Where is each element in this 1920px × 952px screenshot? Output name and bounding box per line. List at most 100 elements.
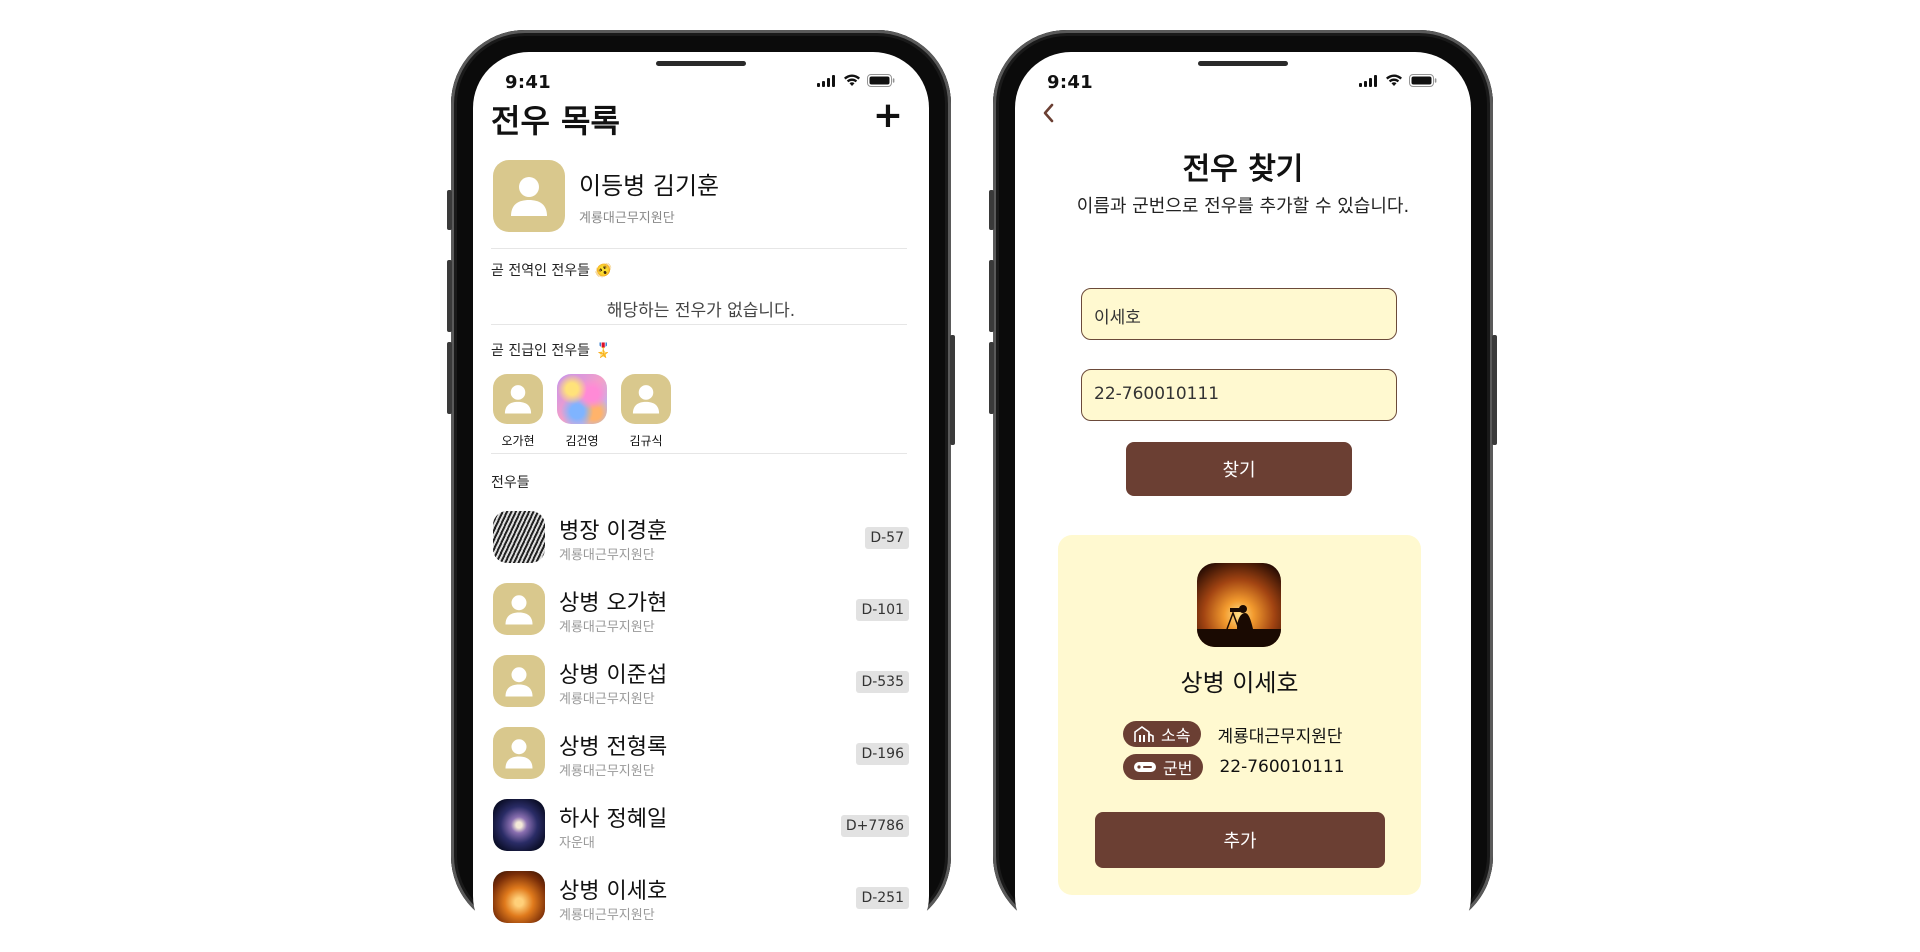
person-icon bbox=[511, 177, 547, 216]
discharge-empty-text: 해당하는 전우가 없습니다. bbox=[606, 301, 796, 321]
promotion-list: 오가현 김건영 김규식 bbox=[493, 374, 671, 449]
number-row: 군번 22-760010111 bbox=[1123, 754, 1345, 780]
avatar bbox=[493, 727, 545, 779]
avatar-photo bbox=[493, 871, 545, 923]
friend-unit: 계룡대근무지원단 bbox=[559, 548, 655, 563]
volume-up-button bbox=[989, 260, 994, 332]
dday-badge: D+7786 bbox=[840, 815, 909, 837]
list-item[interactable]: 하사 정혜일 자운대 D+7786 bbox=[493, 799, 909, 871]
power-button bbox=[1492, 335, 1497, 445]
avatar bbox=[621, 374, 671, 424]
building-icon bbox=[1134, 726, 1154, 742]
promotion-item[interactable]: 김건영 bbox=[557, 374, 607, 449]
my-name: 이등병 김기훈 bbox=[579, 172, 720, 200]
result-name: 상병 이세호 bbox=[1180, 669, 1299, 697]
volume-up-button bbox=[447, 260, 452, 332]
volume-down-button bbox=[989, 342, 994, 414]
person-icon bbox=[505, 594, 533, 624]
friend-name: 상병 이세호 bbox=[559, 879, 668, 904]
list-item[interactable]: 병장 이경훈 계룡대근무지원단 D-57 bbox=[493, 511, 909, 583]
name-field[interactable]: 이세호 bbox=[1081, 288, 1397, 340]
friend-name: 상병 전형록 bbox=[559, 735, 668, 760]
battery-icon bbox=[867, 74, 895, 87]
page-title: 전우 찾기 bbox=[1182, 152, 1304, 187]
promotion-section-title: 곧 진급인 전우들 🎖️ bbox=[491, 343, 612, 359]
friend-name: 상병 오가현 bbox=[559, 591, 668, 616]
plus-icon[interactable]: + bbox=[873, 98, 903, 134]
mute-switch bbox=[447, 190, 452, 230]
list-screen: 9:41 전우 목록 + 이등병 김기훈 계룡대근무지원단 곧 전역인 전우들 … bbox=[473, 52, 929, 952]
add-button[interactable]: 추가 bbox=[1095, 812, 1385, 868]
status-time: 9:41 bbox=[1047, 72, 1093, 93]
status-bar: 9:41 bbox=[473, 52, 929, 93]
my-profile[interactable]: 이등병 김기훈 계룡대근무지원단 bbox=[493, 160, 719, 232]
person-icon bbox=[505, 666, 533, 696]
result-card: 상병 이세호 소속 계룡대근무지원단 군번 22-760010111 추가 bbox=[1058, 535, 1421, 895]
find-button[interactable]: 찾기 bbox=[1126, 442, 1352, 496]
avatar-photo bbox=[493, 511, 545, 563]
number-value: 22-760010111 bbox=[1219, 757, 1345, 777]
page-subtitle: 이름과 군번으로 전우를 추가할 수 있습니다. bbox=[1076, 196, 1410, 217]
avatar bbox=[493, 655, 545, 707]
dday-badge: D-251 bbox=[856, 887, 909, 909]
promotion-name: 김규식 bbox=[629, 434, 663, 448]
result-photo bbox=[1197, 563, 1281, 647]
dday-badge: D-57 bbox=[865, 527, 909, 549]
page-title: 전우 목록 bbox=[491, 102, 620, 140]
discharge-section-title: 곧 전역인 전우들 🫨 bbox=[491, 263, 612, 279]
avatar-photo bbox=[493, 799, 545, 851]
friend-unit: 계룡대근무지원단 bbox=[559, 908, 655, 923]
volume-down-button bbox=[447, 342, 452, 414]
promotion-item[interactable]: 김규식 bbox=[621, 374, 671, 449]
power-button bbox=[950, 335, 955, 445]
avatar bbox=[493, 583, 545, 635]
unit-row: 소속 계룡대근무지원단 bbox=[1123, 721, 1343, 747]
service-number-field[interactable]: 22-760010111 bbox=[1081, 369, 1397, 421]
mute-switch bbox=[989, 190, 994, 230]
list-item[interactable]: 상병 이세호 계룡대근무지원단 D-251 bbox=[493, 871, 909, 943]
dog-tag-icon bbox=[1134, 762, 1156, 772]
unit-value: 계룡대근무지원단 bbox=[1217, 726, 1343, 747]
signal-icon bbox=[817, 74, 835, 87]
my-unit: 계룡대근무지원단 bbox=[579, 211, 675, 226]
status-time: 9:41 bbox=[505, 72, 551, 93]
unit-tag: 소속 bbox=[1123, 721, 1202, 747]
friend-name: 하사 정혜일 bbox=[559, 807, 668, 832]
promotion-name: 김건영 bbox=[565, 434, 599, 448]
friend-name: 상병 이준섭 bbox=[559, 663, 668, 688]
wifi-icon bbox=[1386, 74, 1402, 86]
signal-icon bbox=[1359, 74, 1377, 87]
avatar bbox=[493, 374, 543, 424]
promotion-name: 오가현 bbox=[501, 434, 535, 448]
divider bbox=[491, 248, 907, 249]
list-item[interactable]: 상병 전형록 계룡대근무지원단 D-196 bbox=[493, 727, 909, 799]
friend-name: 병장 이경훈 bbox=[559, 519, 668, 544]
status-bar: 9:41 bbox=[1015, 52, 1471, 93]
chevron-left-icon[interactable] bbox=[1041, 102, 1055, 128]
unit-tag-label: 소속 bbox=[1161, 726, 1191, 745]
person-icon bbox=[632, 385, 660, 414]
person-icon bbox=[504, 385, 532, 414]
list-item[interactable]: 상병 오가현 계룡대근무지원단 D-101 bbox=[493, 583, 909, 655]
friend-unit: 계룡대근무지원단 bbox=[559, 764, 655, 779]
dday-badge: D-101 bbox=[856, 599, 909, 621]
phone-frame-search: 9:41 전우 찾기 이름과 군번으로 전우를 추가할 수 있습니다. 이세호 … bbox=[989, 30, 1497, 952]
avatar-photo bbox=[557, 374, 607, 424]
number-tag-label: 군번 bbox=[1163, 759, 1193, 778]
friend-unit: 계룡대근무지원단 bbox=[559, 620, 655, 635]
battery-icon bbox=[1409, 74, 1437, 87]
dday-badge: D-196 bbox=[856, 743, 909, 765]
list-item[interactable]: 상병 이준섭 계룡대근무지원단 D-535 bbox=[493, 655, 909, 727]
avatar bbox=[493, 160, 565, 232]
friend-unit: 계룡대근무지원단 bbox=[559, 692, 655, 707]
person-icon bbox=[505, 738, 533, 768]
wifi-icon bbox=[844, 74, 860, 86]
phone-frame-list: 9:41 전우 목록 + 이등병 김기훈 계룡대근무지원단 곧 전역인 전우들 … bbox=[447, 30, 955, 952]
divider bbox=[491, 453, 907, 454]
dday-badge: D-535 bbox=[856, 671, 909, 693]
number-tag: 군번 bbox=[1123, 754, 1204, 780]
friends-list: 병장 이경훈 계룡대근무지원단 D-57 상병 오가현 계룡대근무지원단 D-1… bbox=[493, 511, 909, 943]
promotion-item[interactable]: 오가현 bbox=[493, 374, 543, 449]
search-screen: 9:41 전우 찾기 이름과 군번으로 전우를 추가할 수 있습니다. 이세호 … bbox=[1015, 52, 1471, 952]
divider bbox=[491, 324, 907, 325]
